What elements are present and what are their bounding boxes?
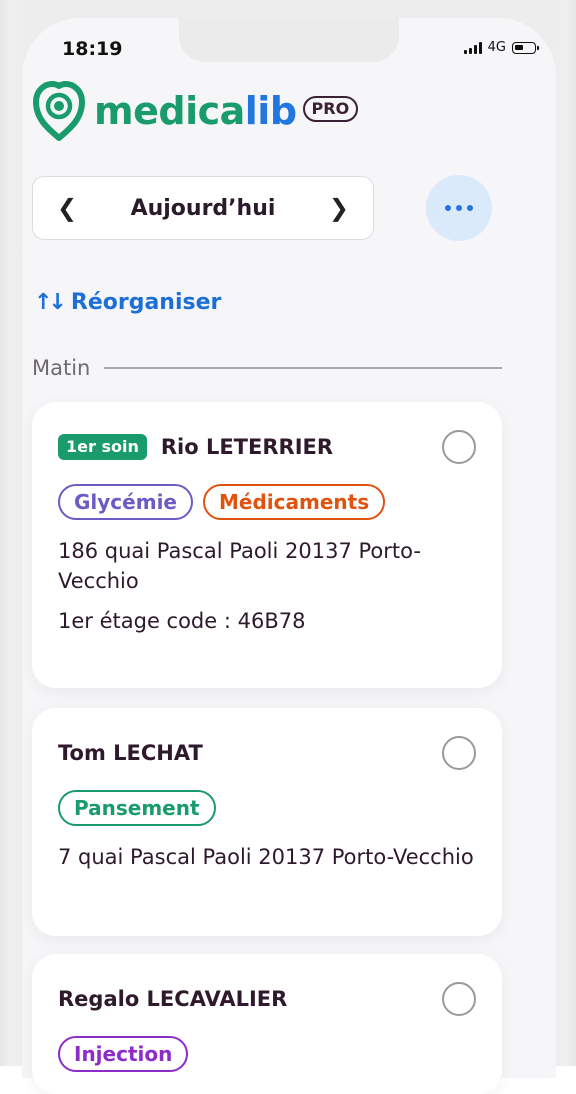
more-options-button[interactable] (426, 175, 492, 241)
current-date-label[interactable]: Aujourd’hui (131, 196, 276, 221)
app-logo: medicalib PRO (32, 78, 359, 144)
care-tag: Pansement (58, 790, 216, 826)
heart-logo-icon (33, 81, 85, 141)
patient-name: Regalo LECAVALIER (58, 987, 288, 1011)
section-header-morning: Matin (32, 356, 502, 380)
care-tag: Glycémie (58, 484, 193, 520)
chevron-left-icon[interactable]: ❮ (57, 194, 77, 222)
patient-address: 186 quai Pascal Paoli 20137 Porto-Vecchi… (58, 539, 421, 593)
status-indicators: 4G (463, 40, 539, 55)
section-divider (104, 367, 502, 369)
reorganize-label: Réorganiser (70, 290, 222, 315)
chevron-right-icon[interactable]: ❯ (329, 194, 349, 222)
care-tag: Injection (58, 1036, 189, 1072)
device-notch (179, 18, 399, 62)
visit-card[interactable]: Tom LECHAT Pansement 7 quai Pascal Paoli… (32, 708, 502, 936)
reorganize-button[interactable]: ↑↓ Réorganiser (34, 290, 221, 315)
complete-checkbox[interactable] (442, 736, 476, 770)
pro-badge: PRO (302, 96, 359, 122)
visit-card[interactable]: Regalo LECAVALIER Injection (32, 954, 502, 1094)
more-horizontal-icon (445, 205, 451, 211)
status-time: 18:19 (62, 38, 123, 60)
patient-name: Tom LECHAT (58, 741, 203, 765)
first-visit-badge: 1er soin (58, 434, 147, 460)
patient-name: Rio LETERRIER (160, 435, 334, 459)
network-type: 4G (487, 40, 506, 55)
visit-card[interactable]: 1er soin Rio LETERRIER Glycémie Médicame… (32, 402, 502, 688)
patient-address: 7 quai Pascal Paoli 20137 Porto-Vecchio (58, 845, 474, 869)
battery-icon (512, 41, 539, 54)
section-label: Matin (32, 356, 91, 380)
complete-checkbox[interactable] (442, 982, 476, 1016)
signal-icon (463, 41, 482, 54)
brand-name: medicalib (94, 89, 297, 133)
access-info: 1er étage code : 46B78 (58, 609, 306, 633)
care-tag: Médicaments (203, 484, 386, 520)
sort-arrows-icon: ↑↓ (34, 290, 67, 315)
complete-checkbox[interactable] (442, 430, 476, 464)
date-navigator: ❮ Aujourd’hui ❯ (32, 176, 374, 240)
